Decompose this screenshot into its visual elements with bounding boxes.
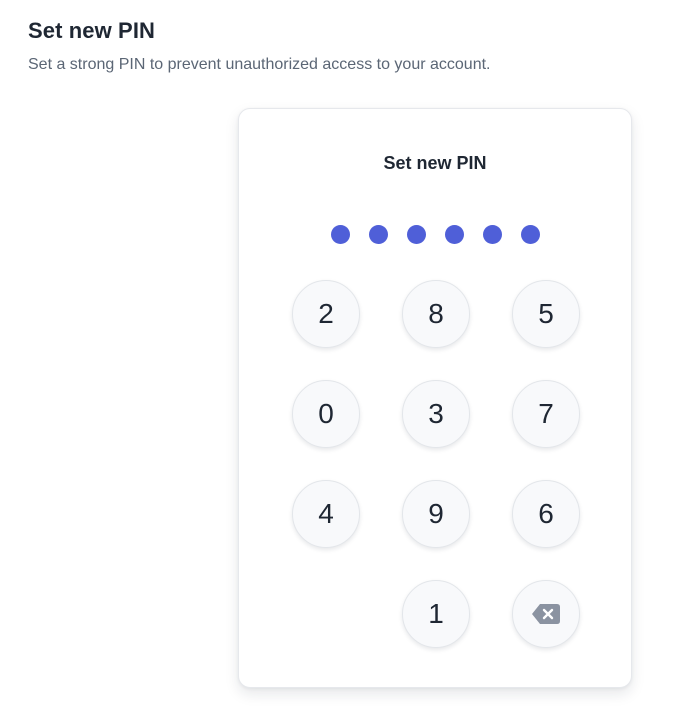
key-1[interactable]: 1 bbox=[402, 580, 470, 648]
pin-card: Set new PIN 2 8 5 0 3 7 4 9 6 1 bbox=[238, 108, 632, 688]
pin-dot bbox=[444, 225, 464, 244]
key-2[interactable]: 2 bbox=[292, 280, 360, 348]
key-6[interactable]: 6 bbox=[512, 480, 580, 548]
pin-dot bbox=[368, 225, 388, 244]
page-subtitle: Set a strong PIN to prevent unauthorized… bbox=[28, 56, 491, 73]
key-5[interactable]: 5 bbox=[512, 280, 580, 348]
pin-dot bbox=[482, 225, 502, 244]
pin-dot bbox=[406, 225, 426, 244]
key-7[interactable]: 7 bbox=[512, 380, 580, 448]
key-9[interactable]: 9 bbox=[402, 480, 470, 548]
pin-dot bbox=[520, 225, 540, 244]
pin-dot bbox=[330, 225, 350, 244]
page-title: Set new PIN bbox=[28, 18, 156, 43]
keypad: 2 8 5 0 3 7 4 9 6 1 bbox=[292, 280, 580, 648]
backspace-icon bbox=[531, 603, 561, 625]
card-title: Set new PIN bbox=[383, 153, 487, 173]
key-3[interactable]: 3 bbox=[402, 380, 470, 448]
key-4[interactable]: 4 bbox=[292, 480, 360, 548]
pin-indicator bbox=[239, 225, 631, 244]
key-8[interactable]: 8 bbox=[402, 280, 470, 348]
keypad-empty-slot bbox=[292, 580, 360, 648]
key-0[interactable]: 0 bbox=[292, 380, 360, 448]
backspace-button[interactable] bbox=[512, 580, 580, 648]
